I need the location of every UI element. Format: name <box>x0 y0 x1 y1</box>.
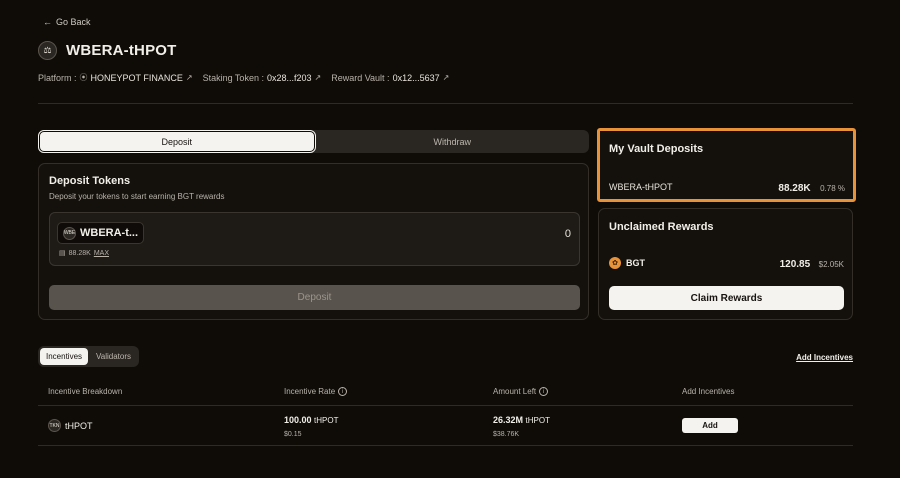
incentive-token-cell: TKN tHPOT <box>48 419 93 432</box>
incentive-rate-unit: tHPOT <box>314 416 339 425</box>
deposit-tokens-card: Deposit Tokens Deposit your tokens to st… <box>38 163 589 320</box>
amount-left-usd: $38.76K <box>493 431 520 438</box>
platform-value: HONEYPOT FINANCE <box>90 72 183 83</box>
table-row: TKN tHPOT 100.00 tHPOT $0.15 26.32M tHPO… <box>38 406 853 445</box>
vault-deposit-percent: 0.78 % <box>820 184 845 193</box>
thpot-token-icon: TKN <box>48 419 61 432</box>
tab-validators[interactable]: Validators <box>90 348 137 365</box>
platform-label: Platform : <box>38 72 77 83</box>
tab-incentives[interactable]: Incentives <box>40 348 89 365</box>
deposit-card-title: Deposit Tokens <box>49 175 131 187</box>
amount-left-unit: tHPOT <box>525 416 550 425</box>
external-link-icon[interactable]: ↗ <box>443 73 450 82</box>
vault-meta: Platform : ⦿ HONEYPOT FINANCE ↗ Staking … <box>38 72 449 83</box>
incentives-validators-tabs: Incentives Validators <box>38 346 140 367</box>
column-header-label: Amount Left <box>493 387 537 396</box>
column-header-label: Incentive Rate <box>284 387 336 396</box>
column-header-label: Incentive Breakdown <box>48 387 123 396</box>
column-header-label: Add Incentives <box>682 387 735 396</box>
deposit-card-subtitle: Deposit your tokens to start earning BGT… <box>49 192 225 201</box>
claim-rewards-button[interactable]: Claim Rewards <box>609 286 844 310</box>
incentive-token: tHPOT <box>65 420 93 431</box>
wallet-icon: ▤ <box>59 250 66 257</box>
unclaimed-rewards-card: Unclaimed Rewards ✿ BGT 120.85 $2.05K Cl… <box>598 208 853 320</box>
deposit-withdraw-tabs: Deposit Withdraw <box>38 130 589 153</box>
rewards-title: Unclaimed Rewards <box>609 221 714 233</box>
token-balance: ▤ 88.28K MAX <box>59 249 109 258</box>
info-icon[interactable]: i <box>539 387 549 396</box>
reward-row: ✿ BGT 120.85 $2.05K <box>609 254 844 272</box>
table-divider <box>38 445 853 446</box>
token-selector-label: WBERA-t... <box>80 227 139 239</box>
vault-deposit-token: WBERA-tHPOT <box>609 182 673 192</box>
external-link-icon[interactable]: ↗ <box>315 73 322 82</box>
column-header: Incentive Breakdown <box>48 387 122 396</box>
incentive-rate-value: 100.00 <box>284 415 312 425</box>
platform-logo-icon: ⦿ <box>79 73 88 82</box>
reward-token: BGT <box>626 258 645 268</box>
external-link-icon[interactable]: ↗ <box>186 73 193 82</box>
staking-token-info: Staking Token : 0x28...f203 ↗ <box>203 73 322 83</box>
column-header: Amount Left i <box>493 387 549 396</box>
column-header: Incentive Rate i <box>284 387 348 396</box>
reward-usd: $2.05K <box>818 260 844 269</box>
incentive-rate-usd: $0.15 <box>284 431 302 438</box>
token-selector[interactable]: WBE WBERA-t... <box>57 222 144 244</box>
reward-vault-info: Reward Vault : 0x12...5637 ↗ <box>331 73 449 83</box>
amount-left-cell: 26.32M tHPOT $38.76K <box>493 415 550 438</box>
add-incentives-link[interactable]: Add Incentives <box>796 353 853 362</box>
page-title: WBERA-tHPOT <box>66 42 177 59</box>
platform-info: Platform : ⦿ HONEYPOT FINANCE ↗ <box>38 72 193 83</box>
staking-token-value: 0x28...f203 <box>266 72 312 83</box>
deposit-amount-input[interactable]: 0 <box>565 228 571 240</box>
my-vault-deposits-card: My Vault Deposits WBERA-tHPOT 88.28K 0.7… <box>597 128 856 202</box>
vault-deposit-row: WBERA-tHPOT 88.28K 0.78 % <box>609 178 845 196</box>
arrow-left-icon: ← <box>43 17 52 27</box>
go-back-link[interactable]: ← Go Back <box>43 17 91 27</box>
wbera-token-icon: WBE <box>63 226 76 240</box>
add-incentive-button[interactable]: Add <box>682 418 738 433</box>
reward-vault-label: Reward Vault : <box>331 72 390 83</box>
go-back-label: Go Back <box>56 17 91 27</box>
add-incentive-cell: Add <box>682 418 738 433</box>
reward-amount: 120.85 <box>779 259 811 270</box>
deposit-button[interactable]: Deposit <box>49 285 580 310</box>
incentive-rate-cell: 100.00 tHPOT $0.15 <box>284 415 339 438</box>
page-header: ⚖ WBERA-tHPOT <box>38 41 177 60</box>
header-divider <box>38 103 853 104</box>
max-button[interactable]: MAX <box>94 250 109 257</box>
deposit-amount-field[interactable]: WBE WBERA-t... ▤ 88.28K MAX 0 <box>49 212 580 266</box>
staking-token-label: Staking Token : <box>202 72 264 83</box>
vault-deposits-title: My Vault Deposits <box>609 143 704 155</box>
bgt-bee-icon: ✿ <box>609 257 621 269</box>
vault-deposit-amount: 88.28K <box>778 183 811 194</box>
info-icon[interactable]: i <box>338 387 348 396</box>
vault-scale-icon: ⚖ <box>38 41 57 60</box>
balance-value: 88.28K <box>68 249 91 257</box>
tab-deposit[interactable]: Deposit <box>38 130 316 153</box>
amount-left-value: 26.32M <box>493 415 524 425</box>
column-header: Add Incentives <box>682 387 734 396</box>
reward-vault-value: 0x12...5637 <box>392 72 440 83</box>
tab-withdraw[interactable]: Withdraw <box>316 130 590 153</box>
